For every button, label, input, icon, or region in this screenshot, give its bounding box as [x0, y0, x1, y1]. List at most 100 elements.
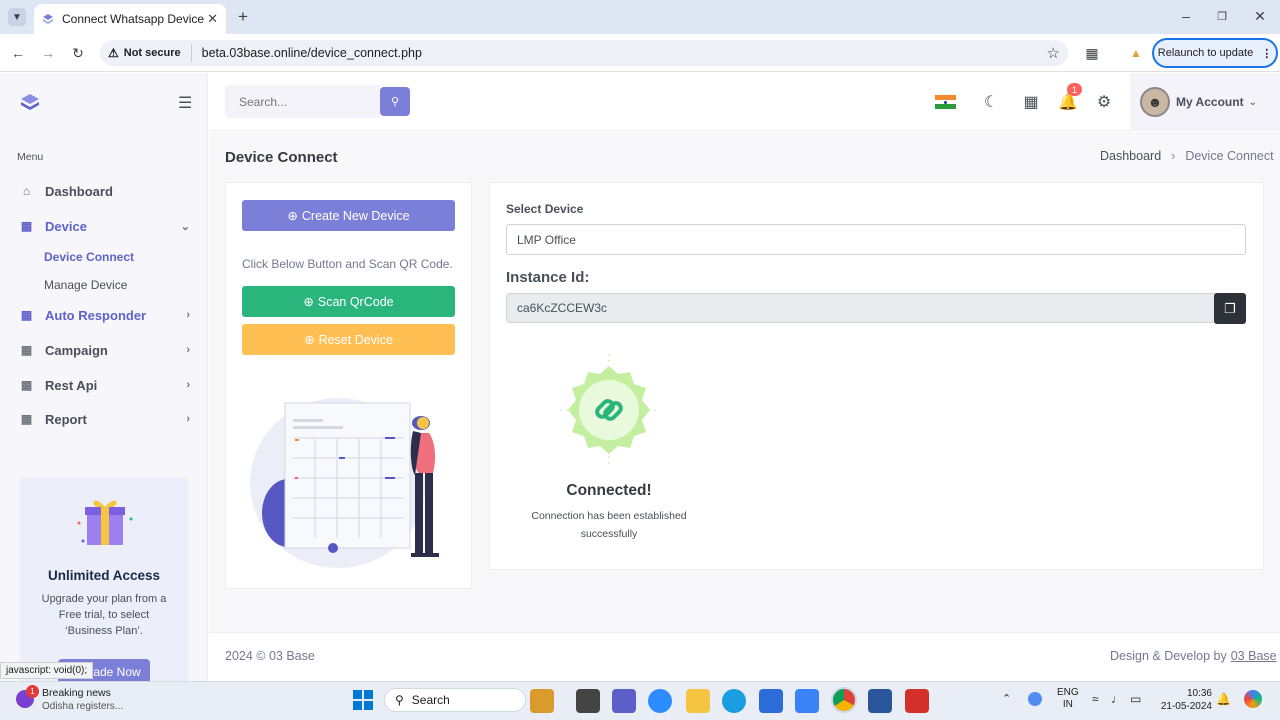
clock-date: 21-05-2024: [1160, 701, 1212, 712]
create-new-device-button[interactable]: ⊕ Create New Device: [242, 200, 455, 231]
store-icon[interactable]: [759, 689, 783, 713]
sidebar-item-dashboard[interactable]: ⌂ Dashboard: [20, 179, 190, 203]
breadcrumb-current: Device Connect: [1185, 149, 1274, 163]
grid-icon: ▦: [20, 412, 33, 426]
browser-tab[interactable]: Connect Whatsapp Device ✕: [34, 4, 226, 34]
copilot-icon[interactable]: [1244, 690, 1262, 708]
plus-circle-icon: ⊕: [287, 209, 298, 223]
not-secure-label: Not secure: [123, 47, 181, 59]
chevron-up-icon[interactable]: ⌃: [1002, 692, 1011, 705]
relaunch-to-update-button[interactable]: Relaunch to update ⋮: [1152, 38, 1278, 68]
profile-extension-icon[interactable]: ▲: [1128, 44, 1144, 62]
word-icon[interactable]: [868, 689, 892, 713]
news-title[interactable]: Breaking news: [42, 687, 111, 699]
edge-icon[interactable]: [722, 689, 746, 713]
chevron-right-icon: ›: [186, 379, 190, 391]
app-icon[interactable]: [795, 689, 819, 713]
notification-center-icon[interactable]: 🔔: [1216, 692, 1231, 706]
search-input[interactable]: [225, 85, 380, 118]
dark-mode-moon-icon[interactable]: ☾: [980, 91, 1002, 113]
connected-text: Connection has been established successf…: [531, 510, 687, 540]
volume-icon[interactable]: ♩: [1111, 692, 1123, 706]
sidebar-item-report[interactable]: ▦ Report ›: [20, 407, 190, 431]
sidebar-item-label: Report: [45, 411, 87, 427]
task-view-icon[interactable]: [576, 689, 600, 713]
back-icon[interactable]: ←: [8, 44, 28, 62]
sidebar-subitem-manage-device[interactable]: Manage Device: [44, 278, 127, 292]
connected-badge-icon: [560, 354, 658, 466]
search-icon: ⚲: [390, 96, 400, 108]
copy-icon: ❐: [1224, 300, 1236, 316]
instance-id-field[interactable]: ca6KcZCCEW3c: [506, 293, 1215, 323]
brand-logo-icon[interactable]: [20, 93, 40, 111]
not-secure-indicator[interactable]: ⚠ Not secure: [108, 44, 192, 62]
teams-icon[interactable]: [612, 689, 636, 713]
sidebar-item-label: Campaign: [45, 342, 108, 358]
clock-time: 10:36: [1186, 688, 1212, 699]
my-account-dropdown[interactable]: ☻ My Account ⌄: [1130, 73, 1280, 131]
relaunch-label: Relaunch to update: [1157, 47, 1254, 59]
file-explorer-icon[interactable]: [686, 689, 710, 713]
chevron-right-icon: ›: [1171, 149, 1176, 163]
more-menu-icon[interactable]: ⋮: [1261, 47, 1272, 60]
taskbar-search-label: Search: [411, 693, 450, 707]
sidebar-item-label: Auto Responder: [45, 307, 147, 323]
onedrive-icon[interactable]: [1028, 692, 1042, 706]
minimize-icon[interactable]: –: [1178, 8, 1194, 24]
grid-icon: ▦: [20, 343, 33, 357]
reload-icon[interactable]: ↻: [68, 44, 88, 62]
apps-grid-icon[interactable]: ▦: [1020, 91, 1042, 113]
create-new-device-label: Create New Device: [301, 208, 410, 223]
sidebar-item-device[interactable]: ▦ Device ⌄: [20, 214, 190, 238]
copy-button[interactable]: ❐: [1214, 293, 1246, 324]
home-icon: ⌂: [22, 184, 31, 198]
url-text[interactable]: beta.03base.online/device_connect.php: [192, 46, 422, 60]
hamburger-menu-icon[interactable]: ☰: [178, 93, 192, 113]
acrobat-icon[interactable]: [905, 689, 929, 713]
close-tab-icon[interactable]: ✕: [207, 11, 218, 27]
page-title: Device Connect: [225, 149, 338, 166]
warning-icon: ⚠: [108, 46, 119, 60]
connected-title: Connected!: [566, 482, 652, 499]
forward-icon[interactable]: →: [38, 44, 58, 62]
briefcase-app-icon[interactable]: [530, 689, 554, 713]
sidebar-item-label: Dashboard: [45, 183, 113, 199]
tab-list-button[interactable]: ▼: [8, 8, 26, 26]
india-flag-icon[interactable]: [935, 95, 956, 109]
address-bar[interactable]: ⚠ Not secure beta.03base.online/device_co…: [100, 40, 1068, 66]
sidebar-item-label: Device: [45, 218, 87, 234]
select-device-label: Select Device: [506, 202, 584, 216]
footer-credit-link[interactable]: 03 Base: [1231, 649, 1277, 663]
sidebar-item-campaign[interactable]: ▦ Campaign ›: [20, 338, 190, 362]
menu-heading: Menu: [17, 151, 44, 163]
bookmark-star-icon[interactable]: ☆: [1047, 44, 1060, 62]
scan-qrcode-button[interactable]: ⊕ Scan QrCode: [242, 286, 455, 317]
chevron-right-icon: ›: [186, 344, 190, 356]
sidebar-item-label: Rest Api: [45, 377, 98, 393]
extensions-icon[interactable]: ▦: [1082, 44, 1102, 62]
windows-start-icon[interactable]: [353, 690, 373, 710]
chrome-icon[interactable]: [831, 687, 857, 713]
restore-icon[interactable]: ❐: [1214, 8, 1230, 24]
reset-device-button[interactable]: ⊕ Reset Device: [242, 324, 455, 355]
wifi-icon[interactable]: ≈: [1092, 692, 1099, 706]
battery-icon[interactable]: ▭: [1130, 692, 1141, 706]
calendar-illustration: [250, 398, 439, 568]
grid-icon: ▦: [20, 219, 33, 233]
account-label: My Account: [1176, 95, 1244, 109]
sidebar-subitem-device-connect[interactable]: Device Connect: [44, 250, 134, 264]
notification-badge: 1: [1067, 83, 1082, 96]
zoom-icon[interactable]: [648, 689, 672, 713]
search-button[interactable]: ⚲: [380, 87, 410, 116]
close-window-icon[interactable]: ✕: [1252, 8, 1268, 24]
settings-gear-icon[interactable]: ⚙: [1093, 91, 1115, 113]
taskbar-search-box[interactable]: ⚲ Search: [384, 688, 526, 712]
language-indicator[interactable]: ENG IN: [1057, 687, 1079, 711]
clock[interactable]: 10:36 21-05-2024: [1156, 687, 1212, 713]
sidebar-item-rest-api[interactable]: ▦ Rest Api ›: [20, 373, 190, 397]
avatar: ☻: [1140, 87, 1170, 117]
new-tab-icon[interactable]: +: [234, 7, 252, 26]
breadcrumb-dashboard-link[interactable]: Dashboard: [1100, 149, 1161, 163]
sidebar-item-auto-responder[interactable]: ▦ Auto Responder ›: [20, 303, 190, 327]
device-select[interactable]: LMP Office: [506, 224, 1246, 255]
